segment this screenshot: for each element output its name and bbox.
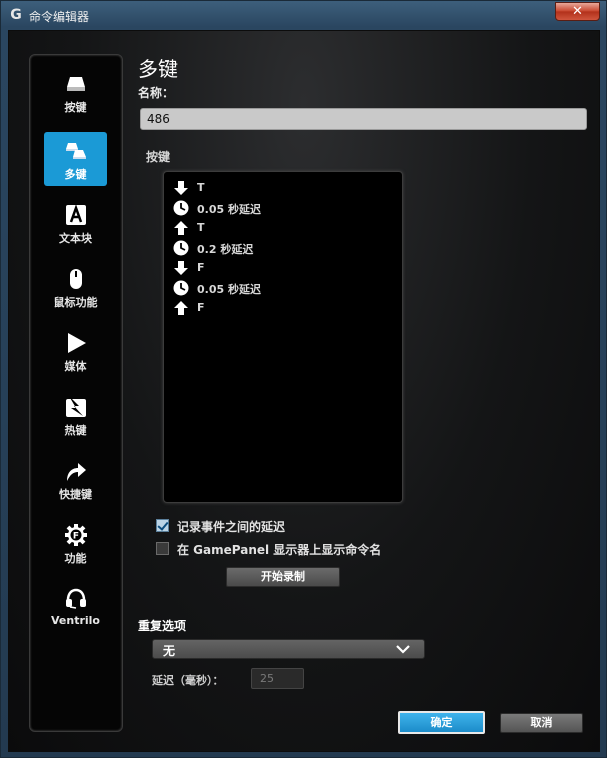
- sidebar-item-label: 快捷键: [59, 488, 92, 501]
- sidebar-item-label: 鼠标功能: [53, 296, 98, 309]
- sidebar-item-mouse[interactable]: 鼠标功能: [44, 260, 107, 314]
- event-text: 0.05 秒延迟: [197, 283, 261, 296]
- sidebar-item-label: 文本块: [59, 232, 92, 245]
- record-delays-label: 记录事件之间的延迟: [177, 520, 286, 534]
- delay-ms-input[interactable]: 25: [251, 668, 304, 689]
- command-editor-window: G 命令编辑器 ✕ 按键 多键 文本块 鼠标功能 媒体 热键 快捷键 F 功能 …: [0, 0, 607, 758]
- sidebar-item-shortcut[interactable]: 快捷键: [44, 452, 107, 506]
- sidebar-item-label: 媒体: [64, 360, 87, 373]
- sidebar-item-function[interactable]: F 功能: [44, 516, 107, 570]
- sidebar-item-label: 按键: [64, 101, 87, 114]
- event-text: 0.2 秒延迟: [197, 243, 254, 256]
- show-name-label: 在 GamePanel 显示器上显示命令名: [177, 543, 382, 557]
- clock-icon: [173, 240, 189, 256]
- name-input[interactable]: 486: [140, 108, 587, 130]
- close-button[interactable]: ✕: [555, 2, 600, 21]
- text-block-icon: [66, 204, 86, 225]
- chevron-down-icon: [396, 645, 410, 654]
- sidebar-item-text-block[interactable]: 文本块: [44, 196, 107, 250]
- svg-text:F: F: [73, 532, 79, 542]
- list-item[interactable]: F: [173, 260, 393, 278]
- repeat-selected-value: 无: [163, 644, 176, 658]
- start-recording-button[interactable]: 开始录制: [226, 567, 340, 587]
- event-text: F: [197, 301, 205, 314]
- ok-button[interactable]: 确定: [398, 711, 485, 734]
- sidebar-item-hotkey[interactable]: 热键: [44, 388, 107, 442]
- arrow-up-icon: [174, 221, 188, 235]
- sidebar-item-label: 功能: [64, 552, 87, 565]
- list-item[interactable]: T: [173, 220, 393, 238]
- arrow-down-icon: [174, 181, 188, 195]
- event-text: T: [197, 221, 205, 234]
- event-text: F: [197, 261, 205, 274]
- record-delays-checkbox[interactable]: [156, 519, 169, 532]
- event-text: T: [197, 181, 205, 194]
- sidebar-item-label: Ventrilo: [51, 614, 100, 627]
- sidebar-item-ventrilo[interactable]: Ventrilo: [44, 580, 107, 634]
- sidebar-item-label: 多键: [64, 168, 87, 181]
- delay-ms-label: 延迟（毫秒）：: [152, 674, 224, 687]
- sidebar-item-label: 热键: [64, 424, 87, 437]
- clock-icon: [173, 280, 189, 296]
- repeat-options-label: 重复选项: [138, 619, 187, 633]
- headset-icon: [66, 588, 86, 609]
- title-bar[interactable]: G 命令编辑器 ✕: [1, 1, 606, 29]
- command-type-sidebar: 按键 多键 文本块 鼠标功能 媒体 热键 快捷键 F 功能 Ventrilo: [29, 54, 123, 732]
- function-gear-icon: F: [65, 524, 87, 546]
- window-title: 命令编辑器: [29, 10, 90, 24]
- clock-icon: [173, 200, 189, 216]
- list-item[interactable]: 0.2 秒延迟: [173, 240, 393, 258]
- client-area: 按键 多键 文本块 鼠标功能 媒体 热键 快捷键 F 功能 Ventrilo 多…: [8, 30, 600, 752]
- keys-label: 按键: [146, 150, 171, 164]
- cancel-button[interactable]: 取消: [500, 713, 583, 733]
- sidebar-item-keystroke[interactable]: 按键: [44, 65, 107, 119]
- key-event-list[interactable]: T 0.05 秒延迟 T 0.2 秒延迟 F 0.05 秒延迟 F: [163, 171, 403, 503]
- arrow-up-icon: [174, 301, 188, 315]
- shortcut-arrow-icon: [67, 463, 86, 481]
- hotkey-icon: [66, 396, 86, 417]
- list-item[interactable]: 0.05 秒延迟: [173, 280, 393, 298]
- page-title: 多键: [138, 57, 178, 81]
- sidebar-item-media[interactable]: 媒体: [44, 324, 107, 378]
- repeat-options-select[interactable]: 无: [152, 639, 425, 659]
- keycap-icon: [67, 77, 85, 91]
- list-item[interactable]: F: [173, 300, 393, 318]
- play-icon: [68, 333, 86, 353]
- sidebar-item-multikey[interactable]: 多键: [44, 132, 107, 186]
- name-label: 名称：: [138, 86, 175, 100]
- multi-key-icon: [66, 143, 86, 159]
- list-item[interactable]: T: [173, 180, 393, 198]
- show-name-checkbox[interactable]: [156, 542, 169, 555]
- mouse-icon: [70, 269, 82, 289]
- event-text: 0.05 秒延迟: [197, 203, 261, 216]
- list-item[interactable]: 0.05 秒延迟: [173, 200, 393, 218]
- arrow-down-icon: [174, 261, 188, 275]
- logitech-logo-icon: G: [10, 7, 22, 23]
